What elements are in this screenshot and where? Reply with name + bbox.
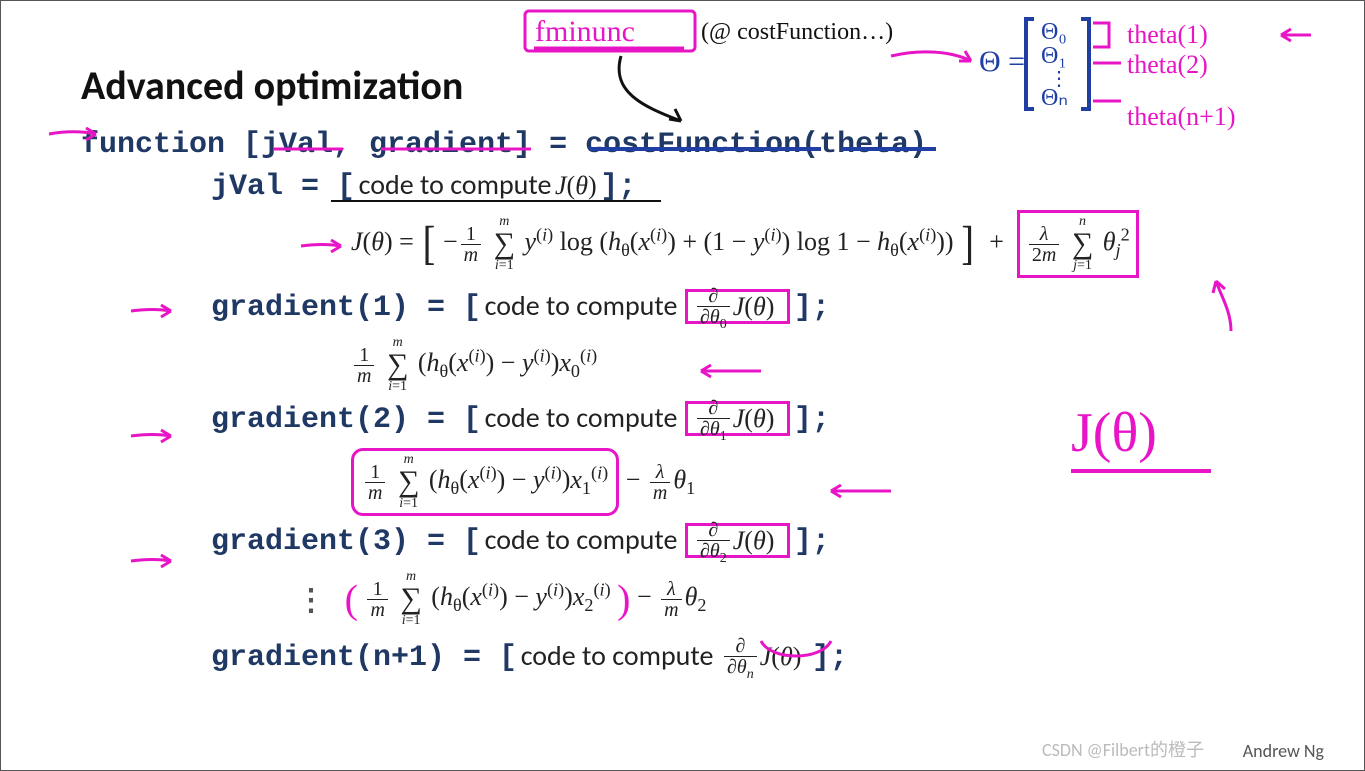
code-gradn1: gradient(n+1) = [ — [211, 641, 517, 675]
text-code-to-compute-n: code to compute — [521, 638, 714, 673]
formula-grad2: ( 1m m∑i=1 (hθ(x(i)) − y(i))x2(i) ) − λm… — [345, 582, 707, 611]
slide: Advanced optimization function [jVal, gr… — [0, 0, 1365, 771]
hand-atcost: (@ costFunction…) — [701, 19, 893, 45]
hand-fminunc: fminunc — [535, 15, 635, 48]
author-credit: Andrew Ng — [1243, 740, 1324, 762]
text-code-to-compute-3: code to compute — [485, 522, 678, 557]
code-grad2-line: gradient(2) = [ code to compute ∂∂θ1J(θ)… — [211, 398, 1364, 444]
code-grad1: gradient(1) = [ — [211, 291, 481, 325]
code-grad3-line: gradient(3) = [ code to compute ∂∂θ2J(θ)… — [211, 520, 1364, 566]
code-jval-line: jVal = [ code to compute J(θ) ]; — [211, 167, 1364, 205]
text-code-to-compute: code to compute — [359, 167, 552, 202]
math-partial0: ∂∂θ0J(θ) — [685, 289, 790, 324]
math-partial2: ∂∂θ2J(θ) — [685, 523, 790, 558]
bracket-end: ]; — [600, 170, 636, 204]
code-function-decl: function [jVal, gradient] = costFunction… — [81, 128, 1364, 163]
bracket-end-n: ]; — [812, 641, 848, 675]
hand-theta-idx1: theta(1) — [1127, 20, 1208, 49]
code-grad1-line: gradient(1) = [ code to compute ∂∂θ0J(θ)… — [211, 286, 1364, 332]
math-Jtheta: J(θ) — [555, 171, 597, 200]
text-code-to-compute-2: code to compute — [485, 400, 678, 435]
code-gradn1-line: gradient(n+1) = [ code to compute ∂∂θnJ(… — [211, 636, 1364, 682]
code-grad2: gradient(2) = [ — [211, 403, 481, 437]
slide-title: Advanced optimization — [81, 61, 1364, 110]
code-jval: jVal = [ — [211, 170, 355, 204]
math-partial1: ∂∂θ1J(θ) — [685, 401, 790, 436]
bracket-end-1: ]; — [794, 291, 830, 325]
code-grad3: gradient(3) = [ — [211, 525, 481, 559]
watermark: CSDN @Filbert的橙子 — [1042, 736, 1204, 762]
bracket-end-2: ]; — [794, 403, 830, 437]
bracket-end-3: ]; — [794, 525, 830, 559]
math-partialn: ∂∂θnJ(θ) — [721, 642, 808, 671]
formula-grad0: 1m m∑i=1 (hθ(x(i)) − y(i))x0(i) — [351, 336, 1364, 394]
formula-grad1: 1m m∑i=1 (hθ(x(i)) − y(i))x1(i) − λmθ1 — [351, 448, 1364, 516]
dots-vertical: ⋮ — [281, 583, 341, 620]
formula-cost-function: J(θ) = [ −1m m∑i=1 y(i) log (hθ(x(i)) + … — [351, 210, 1364, 278]
row-grad2-formula: ⋮ ( 1m m∑i=1 (hθ(x(i)) − y(i))x2(i) ) − … — [281, 570, 1364, 628]
text-code-to-compute-1: code to compute — [485, 288, 678, 323]
hand-theta0: Θ₀ — [1041, 19, 1067, 45]
